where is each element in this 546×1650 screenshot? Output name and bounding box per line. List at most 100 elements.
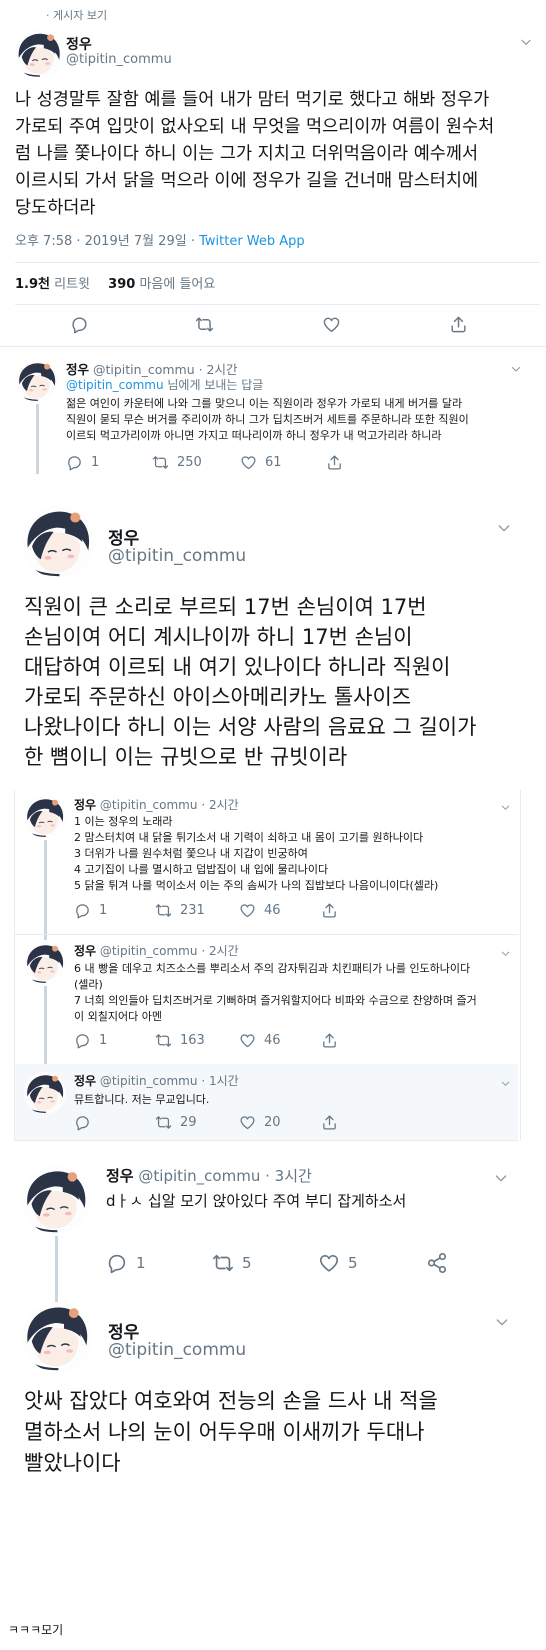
retweet-button[interactable]: 231 — [155, 902, 205, 919]
share-button[interactable] — [326, 454, 351, 471]
text-line: 나 성경말투 잘함 예를 들어 내가 맘터 먹기로 했다고 해봐 정우가 — [15, 90, 490, 110]
tweet-time[interactable]: · 2시간 — [201, 798, 238, 812]
source-link[interactable]: Twitter Web App — [199, 234, 305, 249]
divider — [0, 346, 546, 347]
reply-button[interactable] — [74, 1114, 99, 1131]
retweet-button[interactable]: 29 — [155, 1114, 197, 1131]
timestamp[interactable]: 오후 7:58 · 2019년 7월 29일 · — [15, 234, 199, 249]
author-name[interactable]: 정우 — [66, 34, 92, 54]
tweet-time[interactable]: · 2시간 — [201, 944, 238, 958]
share-button[interactable] — [449, 315, 476, 334]
text-line: 직원이 큰 소리로 부르되 17번 손님이여 17번 — [24, 595, 427, 619]
share-button[interactable] — [321, 1114, 346, 1131]
author-name[interactable]: 정우 — [66, 362, 89, 377]
author-name[interactable]: 정우 — [74, 944, 96, 958]
retweet-button[interactable]: 5 — [212, 1252, 252, 1274]
avatar[interactable] — [16, 360, 58, 402]
text-line: 5 닭을 튀겨 나를 먹이소서 이는 주의 솜씨가 나의 집밥보다 나음이니이다… — [74, 879, 439, 892]
reply-header: 정우 @tipitin_commu · 2시간 — [66, 359, 238, 378]
avatar[interactable] — [24, 1072, 66, 1114]
like-label[interactable]: 마음에 들어요 — [139, 277, 215, 292]
reply-button[interactable]: 1 — [74, 1032, 107, 1049]
reply-icon — [74, 1114, 91, 1131]
share-button[interactable] — [321, 902, 346, 919]
chevron-down-icon[interactable] — [519, 34, 533, 48]
author-handle[interactable]: @tipitin_commu — [93, 362, 195, 377]
share-button[interactable] — [321, 1032, 346, 1049]
tweet-text: 1 이는 정우의 노래라 2 맘스터치여 내 닭을 튀기소서 내 기력이 쇠하고… — [74, 814, 438, 894]
like-count: 61 — [265, 455, 282, 470]
author-handle[interactable]: @tipitin_commu — [66, 52, 172, 67]
chevron-down-icon[interactable] — [500, 944, 511, 955]
author-handle[interactable]: @tipitin_commu — [108, 546, 246, 566]
avatar[interactable] — [22, 506, 94, 578]
like-button[interactable] — [322, 315, 349, 334]
like-button[interactable]: 20 — [239, 1114, 281, 1131]
tweet-time[interactable]: · 1시간 — [201, 1074, 238, 1088]
avatar[interactable] — [22, 1166, 90, 1234]
chevron-down-icon[interactable] — [496, 520, 512, 536]
chevron-down-icon[interactable] — [510, 360, 522, 372]
retweet-icon — [212, 1252, 234, 1274]
avatar[interactable] — [15, 30, 63, 78]
text-line: 3 더위가 나를 원수처럼 쫓으나 내 지갑이 빈궁하여 — [74, 847, 308, 860]
chevron-down-icon[interactable] — [494, 1314, 510, 1330]
divider — [15, 262, 540, 263]
author-name[interactable]: 정우 — [74, 1074, 96, 1088]
retweet-count: 250 — [177, 455, 202, 470]
heart-icon — [239, 1032, 256, 1049]
tweet-header: 정우 @tipitin_commu · 1시간 — [74, 1072, 239, 1089]
retweet-count: 163 — [180, 1033, 205, 1048]
retweet-icon — [155, 1032, 172, 1049]
tweet-header: 정우 @tipitin_commu · 2시간 — [74, 796, 239, 813]
chevron-down-icon[interactable] — [500, 798, 511, 809]
author-handle[interactable]: @tipitin_commu — [108, 1340, 246, 1360]
tweet-text: 앗싸 잡았다 여호와여 전능의 손을 드사 내 적을 멸하소서 나의 눈이 어두… — [24, 1386, 438, 1479]
avatar[interactable] — [24, 796, 66, 838]
like-button[interactable]: 46 — [239, 1032, 281, 1049]
thread-line — [44, 840, 47, 940]
reply-button[interactable] — [70, 315, 97, 334]
like-count: 46 — [264, 903, 281, 918]
heart-icon — [240, 454, 257, 471]
reply-button[interactable]: 1 — [106, 1252, 146, 1274]
author-handle[interactable]: @tipitin_commu — [100, 798, 198, 812]
text-line: 가로되 주문하신 아이스아메리카노 톨사이즈 — [24, 685, 412, 709]
retweet-button[interactable]: 250 — [152, 454, 202, 471]
author-name[interactable]: 정우 — [74, 798, 96, 812]
like-count[interactable]: 390 — [108, 277, 135, 292]
replying-handle[interactable]: @tipitin_commu — [66, 378, 164, 392]
author-handle[interactable]: @tipitin_commu — [100, 944, 198, 958]
retweet-count[interactable]: 1.9천 — [15, 277, 50, 292]
text-line: 럼 나를 쫓나이다 하니 이는 그가 지치고 더위먹음이라 예수께서 — [15, 144, 479, 164]
author-name[interactable]: 정우 — [106, 1167, 134, 1185]
author-handle[interactable]: @tipitin_commu — [138, 1167, 260, 1185]
reply-button[interactable]: 1 — [74, 902, 107, 919]
avatar[interactable] — [22, 1302, 92, 1372]
reply-button[interactable]: 1 — [66, 454, 99, 471]
like-button[interactable]: 46 — [239, 902, 281, 919]
tweet-text: 나 성경말투 잘함 예를 들어 내가 맘터 먹기로 했다고 해봐 정우가 가로되… — [15, 87, 540, 222]
replying-to: @tipitin_commu 님에게 보내는 답글 — [66, 377, 263, 393]
chevron-down-icon[interactable] — [493, 1170, 509, 1186]
share-button[interactable] — [426, 1252, 456, 1274]
like-button[interactable]: 5 — [318, 1252, 358, 1274]
reply-icon — [106, 1252, 128, 1274]
tweet-time[interactable]: · 2시간 — [199, 362, 238, 377]
reply-count: 1 — [136, 1254, 146, 1272]
text-line: 1 이는 정우의 노래라 — [74, 815, 173, 828]
text-line: 7 너희 의인들아 딥치즈버거로 기뻐하며 즐거워할지어다 비파와 수금으로 찬… — [74, 994, 477, 1007]
author-handle[interactable]: @tipitin_commu — [100, 1074, 198, 1088]
retweet-button[interactable] — [195, 315, 222, 334]
retweet-label[interactable]: 리트윗 — [54, 277, 90, 292]
reply-icon — [66, 454, 83, 471]
text-line: 6 내 빵을 데우고 치즈소스를 뿌리소서 주의 감자튀김과 치킨패티가 나를 … — [74, 962, 471, 975]
retweet-icon — [195, 315, 214, 334]
chevron-down-icon[interactable] — [500, 1074, 511, 1085]
like-button[interactable]: 61 — [240, 454, 282, 471]
retweet-button[interactable]: 163 — [155, 1032, 205, 1049]
tweet-text: 젊은 여인이 카운터에 나와 그를 맞으니 이는 직원이라 정우가 가로되 내게… — [66, 396, 469, 444]
avatar[interactable] — [24, 942, 66, 984]
reply-count: 1 — [99, 903, 108, 918]
tweet-time[interactable]: · 3시간 — [265, 1167, 312, 1185]
